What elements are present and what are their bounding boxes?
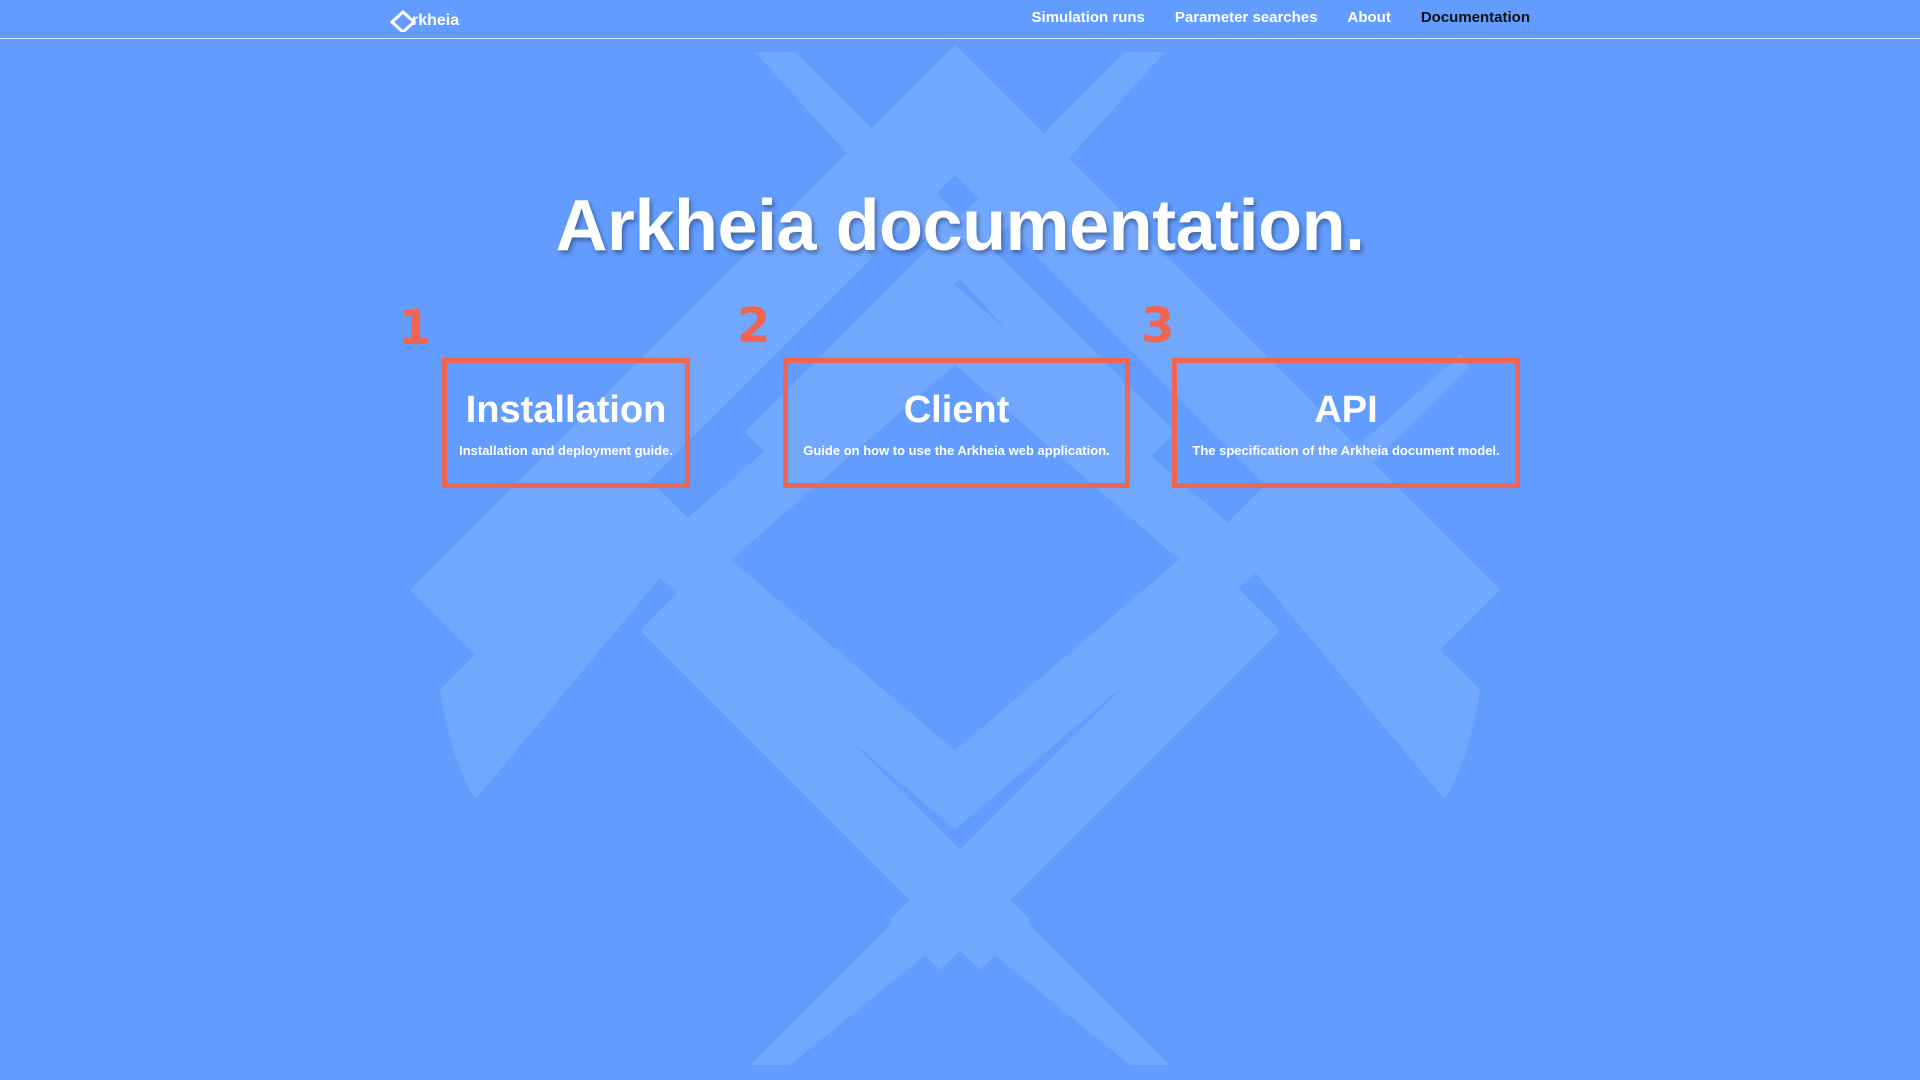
annotation-marker-2: 2: [737, 298, 771, 354]
nav-link-about[interactable]: About: [1348, 9, 1391, 27]
card-description: Guide on how to use the Arkheia web appl…: [803, 443, 1110, 458]
card-title: Installation: [465, 389, 667, 431]
card-title: Client: [903, 389, 1010, 431]
card-description: The specification of the Arkheia documen…: [1192, 443, 1500, 458]
nav-links: Simulation runs Parameter searches About…: [1032, 9, 1530, 27]
brand-logo-link[interactable]: rkheia: [390, 10, 459, 32]
installation-card[interactable]: Installation Installation and deployment…: [442, 358, 690, 488]
background-emblem-icon: [410, 45, 1500, 1065]
top-navbar: rkheia Simulation runs Parameter searche…: [0, 0, 1920, 39]
card-description: Installation and deployment guide.: [459, 443, 673, 458]
brand-name: rkheia: [412, 12, 460, 29]
card-title: API: [1314, 389, 1378, 431]
page: rkheia Simulation runs Parameter searche…: [0, 0, 1920, 1080]
annotation-marker-3: 3: [1141, 298, 1175, 354]
client-card[interactable]: Client Guide on how to use the Arkheia w…: [783, 358, 1130, 488]
api-card[interactable]: API The specification of the Arkheia doc…: [1172, 358, 1520, 488]
nav-link-parameter-searches[interactable]: Parameter searches: [1175, 9, 1318, 27]
annotation-marker-1: 1: [398, 300, 432, 356]
nav-link-documentation[interactable]: Documentation: [1421, 9, 1530, 27]
page-title: Arkheia documentation.: [555, 186, 1365, 266]
nav-link-simulation-runs[interactable]: Simulation runs: [1032, 9, 1145, 27]
